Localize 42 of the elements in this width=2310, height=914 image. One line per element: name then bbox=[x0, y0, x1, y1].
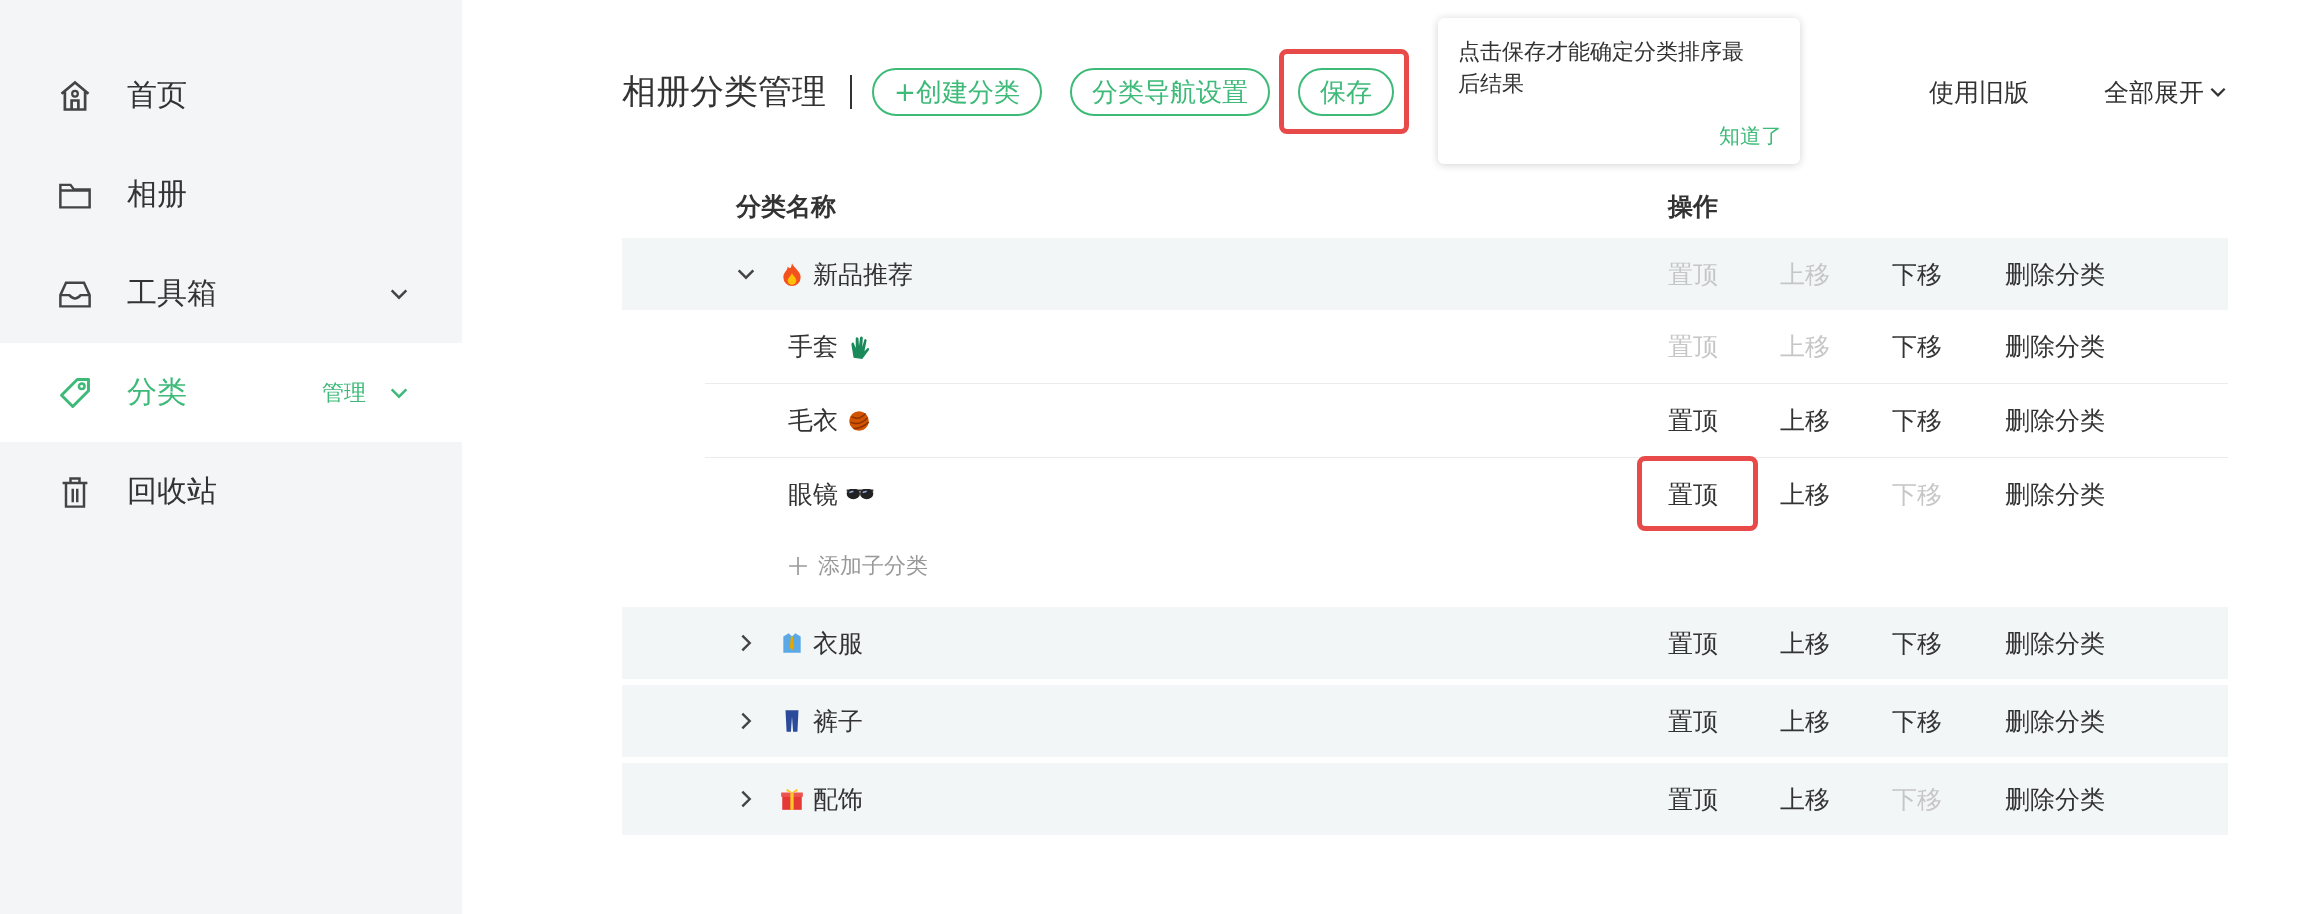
action-link[interactable]: 删除分类 bbox=[2005, 478, 2105, 511]
action-link[interactable]: 下移 bbox=[1892, 704, 1942, 738]
nav-item[interactable]: 工具箱 bbox=[0, 244, 462, 343]
nav-item[interactable]: 相册 bbox=[0, 145, 462, 244]
action-link[interactable]: 删除分类 bbox=[2005, 404, 2105, 437]
category-name: 配饰 bbox=[813, 783, 863, 816]
tooltip-text: 点击保存才能确定分类排序最后结果 bbox=[1457, 38, 1745, 98]
action-link[interactable]: 上移 bbox=[1780, 626, 1830, 660]
column-header: 操作 bbox=[1668, 190, 1719, 223]
header-link[interactable]: 全部展开 bbox=[2104, 75, 2228, 109]
header-link[interactable]: 使用旧版 bbox=[1929, 75, 2029, 109]
action-link[interactable]: 置顶 bbox=[1668, 626, 1718, 660]
category-name: 衣服 bbox=[813, 627, 863, 660]
action-link[interactable]: 删除分类 bbox=[2005, 257, 2105, 291]
glasses-icon bbox=[846, 489, 874, 500]
gift-icon bbox=[779, 786, 805, 812]
action-link[interactable]: 删除分类 bbox=[2005, 704, 2105, 738]
column-header: 分类名称 bbox=[735, 190, 837, 223]
category-name: 裤子 bbox=[813, 705, 863, 738]
action-link[interactable]: 删除分类 bbox=[2005, 626, 2105, 660]
nav-item[interactable]: 回收站 bbox=[0, 442, 462, 541]
action-link[interactable]: 上移 bbox=[1780, 478, 1830, 511]
plus-icon bbox=[788, 556, 808, 576]
action-link[interactable]: 置顶 bbox=[1668, 478, 1718, 511]
subcategory-name: 手套 bbox=[788, 331, 838, 363]
category-name: 新品推荐 bbox=[813, 258, 913, 291]
action-link[interactable]: 下移 bbox=[1892, 257, 1942, 291]
action-link[interactable]: 下移 bbox=[1892, 404, 1942, 437]
action-link[interactable]: 下移 bbox=[1892, 330, 1942, 363]
action-link[interactable]: 置顶 bbox=[1668, 704, 1718, 738]
action-link[interactable]: 下移 bbox=[1892, 626, 1942, 660]
action-link[interactable]: 上移 bbox=[1780, 404, 1830, 437]
subcategory-name: 毛衣 bbox=[788, 405, 838, 437]
nav-item[interactable]: 首页 bbox=[0, 46, 462, 145]
action-link[interactable]: 上移 bbox=[1780, 704, 1830, 738]
action-link[interactable]: 置顶 bbox=[1668, 404, 1718, 437]
action-link[interactable]: 置顶 bbox=[1668, 782, 1718, 816]
action-link[interactable]: 上移 bbox=[1780, 782, 1830, 816]
action-link[interactable]: 删除分类 bbox=[2005, 782, 2105, 816]
action-link[interactable]: 删除分类 bbox=[2005, 330, 2105, 363]
page-title: 相册分类管理 bbox=[622, 70, 826, 113]
subcategory-name: 眼镜 bbox=[788, 479, 838, 511]
